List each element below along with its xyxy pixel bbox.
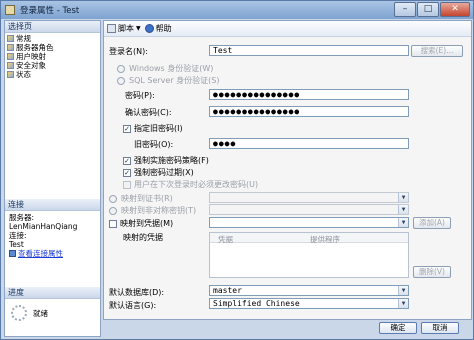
default-lang-select[interactable]: Simplified Chinese ▼ — [209, 298, 409, 309]
must-change-checkbox[interactable] — [123, 180, 131, 189]
map-to-asym-key-radio[interactable] — [109, 206, 117, 215]
default-db-label: 默认数据库(D): — [109, 288, 165, 297]
cancel-button[interactable]: 取消 — [421, 322, 459, 334]
left-pane: 选择页 常规 服务器角色 用户映射 安全对象 状态 连接 服务器: LenMia… — [4, 20, 101, 337]
enforce-expiration-option[interactable]: ✓ 强制密码过期(X) — [123, 167, 194, 178]
window-icon — [5, 5, 15, 15]
chevron-down-icon: ▼ — [398, 193, 408, 202]
toolbar: 脚本 ▼ 帮助 — [104, 21, 471, 37]
page-icon — [7, 53, 14, 60]
specify-old-password-checkbox[interactable]: ✓ — [123, 124, 131, 133]
help-icon — [144, 24, 154, 33]
must-change-option[interactable]: 用户在下次登录时必须更改密码(U) — [123, 179, 258, 190]
search-button[interactable]: 搜索(E)... — [411, 45, 463, 57]
progress-area: 就绪 — [5, 299, 100, 327]
enforce-policy-checkbox[interactable]: ✓ — [123, 156, 131, 165]
page-icon — [7, 62, 14, 69]
grid-header: 凭据 提供程序 — [210, 233, 408, 244]
password-field[interactable]: ●●●●●●●●●●●●●●● — [209, 89, 409, 100]
progress-header: 进度 — [5, 287, 100, 299]
specify-old-password-option[interactable]: ✓ 指定旧密码(I) — [123, 123, 183, 134]
confirm-password-label: 确认密码(C): — [125, 108, 172, 117]
server-value: LenMianHanQiang — [9, 222, 78, 231]
close-button[interactable]: ✕ — [440, 2, 470, 17]
script-icon — [107, 24, 116, 33]
sql-auth-radio[interactable] — [117, 76, 125, 85]
login-name-field[interactable]: Test — [209, 45, 409, 56]
grid-col-credential: 凭据 — [218, 235, 233, 244]
connection-label: 连接: — [9, 231, 27, 240]
properties-icon — [9, 250, 16, 257]
mapped-credentials-label: 映射的凭据 — [123, 233, 163, 242]
certificate-select[interactable]: ▼ — [209, 192, 409, 203]
sql-auth-option[interactable]: SQL Server 身份验证(S) — [117, 75, 219, 86]
page-icon — [7, 71, 14, 78]
confirm-password-field[interactable]: ●●●●●●●●●●●●●●● — [209, 106, 409, 117]
map-to-credential-option[interactable]: 映射到凭据(M) — [109, 218, 173, 229]
login-properties-window: 登录属性 - Test – □ ✕ 选择页 常规 服务器角色 用户映射 安全对象… — [0, 0, 474, 340]
progress-spinner-icon — [11, 305, 27, 321]
minimize-button[interactable]: – — [394, 2, 416, 17]
title-bar[interactable]: 登录属性 - Test – □ ✕ — [1, 1, 473, 19]
chevron-down-icon: ▼ — [398, 205, 408, 214]
chevron-down-icon: ▼ — [398, 299, 408, 308]
script-button[interactable]: 脚本 ▼ — [107, 23, 141, 34]
credential-select[interactable]: ▼ — [209, 217, 409, 228]
chevron-down-icon: ▼ — [398, 286, 408, 295]
windows-auth-radio[interactable] — [117, 64, 125, 73]
maximize-button[interactable]: □ — [417, 2, 439, 17]
mapped-credentials-grid[interactable]: 凭据 提供程序 — [209, 232, 409, 278]
progress-status: 就绪 — [33, 308, 48, 318]
asym-key-select[interactable]: ▼ — [209, 204, 409, 215]
grid-col-provider: 提供程序 — [310, 235, 340, 244]
view-connection-properties-link[interactable]: 查看连接属性 — [9, 249, 96, 258]
windows-auth-option[interactable]: Windows 身份验证(W) — [117, 63, 213, 74]
page-item-status[interactable]: 状态 — [7, 70, 100, 79]
map-to-certificate-option[interactable]: 映射到证书(R) — [109, 193, 173, 204]
login-name-label: 登录名(N): — [109, 47, 148, 56]
map-to-certificate-radio[interactable] — [109, 194, 117, 203]
map-to-asym-key-option[interactable]: 映射到非对称密钥(T) — [109, 205, 196, 216]
page-icon — [7, 44, 14, 51]
password-label: 密码(P): — [125, 91, 155, 100]
dropdown-arrow-icon: ▼ — [136, 25, 141, 32]
connection-value: Test — [9, 240, 24, 249]
connection-header: 连接 — [5, 199, 100, 211]
remove-button[interactable]: 删除(V) — [413, 266, 451, 278]
select-page-header: 选择页 — [5, 21, 100, 33]
page-icon — [7, 35, 14, 42]
ok-button[interactable]: 确定 — [379, 322, 417, 334]
default-db-select[interactable]: master ▼ — [209, 285, 409, 296]
map-to-credential-checkbox[interactable] — [109, 219, 117, 228]
add-button[interactable]: 添加(A) — [413, 217, 451, 229]
page-list: 常规 服务器角色 用户映射 安全对象 状态 — [5, 33, 100, 199]
help-button[interactable]: 帮助 — [144, 23, 172, 34]
connection-info: 服务器: LenMianHanQiang 连接: Test 查看连接属性 — [5, 211, 100, 287]
enforce-policy-option[interactable]: ✓ 强制实施密码策略(F) — [123, 155, 209, 166]
default-lang-label: 默认语言(G): — [109, 301, 157, 310]
window-title: 登录属性 - Test — [20, 6, 80, 16]
chevron-down-icon: ▼ — [398, 218, 408, 227]
server-label: 服务器: — [9, 213, 35, 222]
enforce-expiration-checkbox[interactable]: ✓ — [123, 168, 131, 177]
old-password-field[interactable]: ●●●● — [209, 138, 409, 149]
old-password-label: 旧密码(O): — [134, 140, 174, 149]
